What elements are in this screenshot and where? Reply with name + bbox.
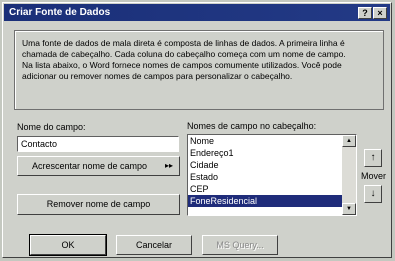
- list-item[interactable]: Nome: [188, 135, 342, 147]
- cancel-label: Cancelar: [135, 240, 173, 250]
- list-item-selected[interactable]: FoneResidencial: [188, 195, 342, 207]
- ms-query-label: MS Query...: [216, 240, 264, 250]
- description-panel: Uma fonte de dados de mala direta é comp…: [14, 30, 384, 110]
- help-icon: ?: [362, 8, 368, 18]
- title-bar[interactable]: Criar Fonte de Dados ? ×: [4, 4, 390, 21]
- header-fields-listbox[interactable]: Nome Endereço1 Cidade Estado CEP FoneRes…: [187, 134, 357, 216]
- double-arrow-right-icon: ▸▸: [164, 161, 173, 170]
- description-paragraph-2: Na lista abaixo, o Word fornece nomes de…: [22, 60, 342, 81]
- scroll-up-button[interactable]: ▲: [342, 135, 356, 147]
- list-item[interactable]: Endereço1: [188, 147, 342, 159]
- arrow-down-icon: ↓: [370, 188, 376, 199]
- description-paragraph-1: Uma fonte de dados de mala direta é comp…: [22, 38, 346, 59]
- move-up-button[interactable]: ↑: [364, 149, 382, 167]
- close-icon: ×: [377, 8, 383, 18]
- help-button[interactable]: ?: [358, 7, 372, 19]
- close-button[interactable]: ×: [373, 7, 387, 19]
- cancel-button[interactable]: Cancelar: [116, 235, 192, 255]
- add-field-name-button[interactable]: Acrescentar nome de campo ▸▸: [17, 156, 180, 176]
- arrow-up-icon: ↑: [370, 152, 376, 163]
- header-fields-label: Nomes de campo no cabeçalho:: [187, 121, 317, 131]
- add-field-name-label: Acrescentar nome de campo: [32, 161, 148, 171]
- list-item[interactable]: Estado: [188, 171, 342, 183]
- list-item[interactable]: Cidade: [188, 159, 342, 171]
- ms-query-button: MS Query...: [202, 235, 278, 255]
- remove-field-name-label: Remover nome de campo: [46, 199, 151, 209]
- create-data-source-dialog: Criar Fonte de Dados ? × Uma fonte de da…: [2, 2, 392, 258]
- move-label: Mover: [361, 171, 387, 181]
- listbox-scrollbar[interactable]: ▲ ▼: [342, 135, 356, 215]
- list-item[interactable]: CEP: [188, 183, 342, 195]
- ok-label: OK: [61, 240, 75, 250]
- field-name-label: Nome do campo:: [17, 122, 86, 132]
- move-down-button[interactable]: ↓: [364, 185, 382, 203]
- remove-field-name-button[interactable]: Remover nome de campo: [17, 194, 180, 215]
- dialog-title: Criar Fonte de Dados: [9, 7, 111, 18]
- scroll-down-button[interactable]: ▼: [342, 203, 356, 215]
- ok-button[interactable]: OK: [29, 234, 107, 256]
- field-name-input[interactable]: Contacto: [17, 136, 179, 152]
